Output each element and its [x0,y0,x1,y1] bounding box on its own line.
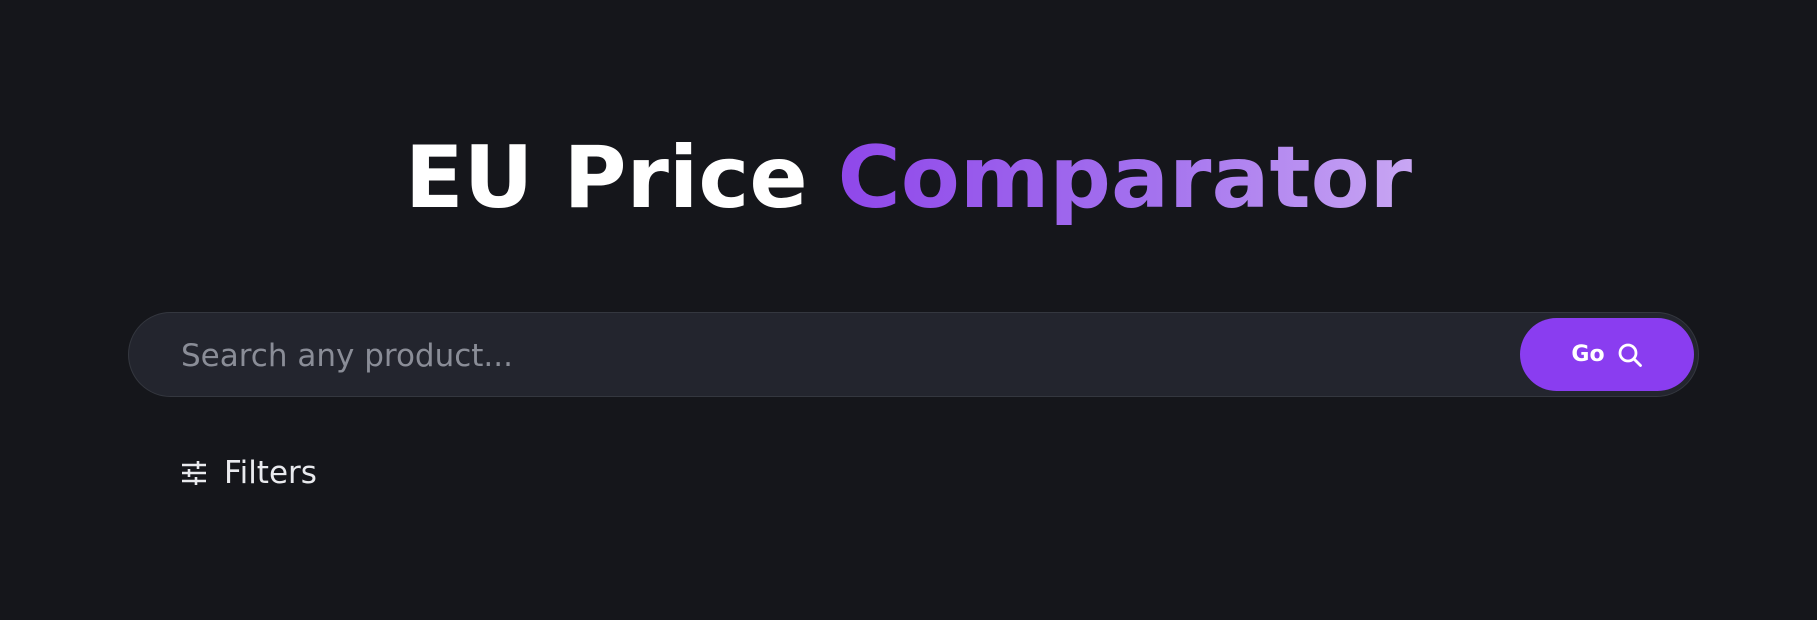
filters-label: Filters [224,455,317,491]
title-part-main: EU Price [404,128,808,228]
search-input[interactable] [179,313,1433,398]
title-part-accent: Comparator [837,128,1413,228]
sliders-icon [182,461,206,485]
page: EU Price Comparator Go Filters [0,0,1817,620]
filters-toggle[interactable]: Filters [180,452,317,494]
search-bar: Go [128,312,1699,398]
search-icon [1618,343,1642,367]
go-button[interactable]: Go [1520,318,1694,391]
page-title: EU Price Comparator [0,126,1817,230]
go-button-label: Go [1571,342,1605,367]
